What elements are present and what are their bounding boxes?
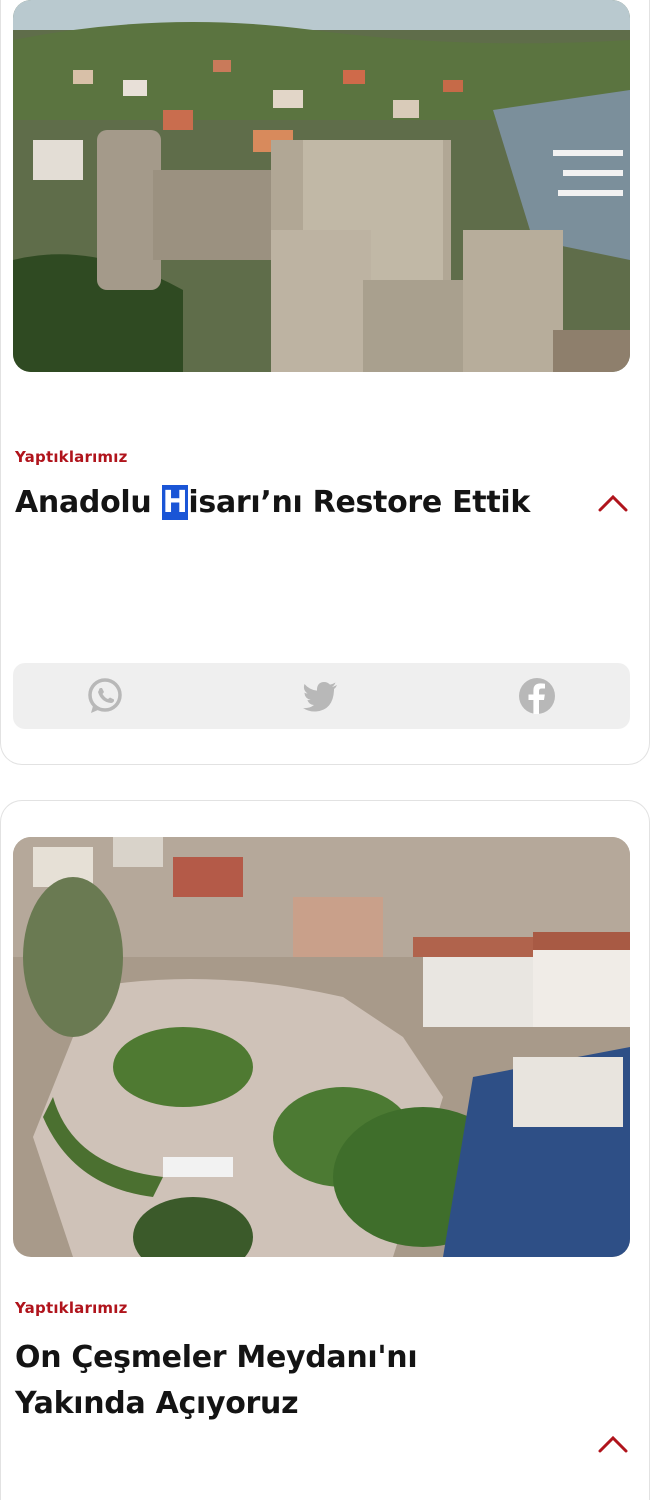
article-category[interactable]: Yaptıklarımız <box>15 448 128 466</box>
article-image-castle[interactable] <box>13 0 630 372</box>
article-title[interactable]: Anadolu Hisarı’nı Restore Ettik <box>15 480 575 526</box>
chevron-up-icon[interactable] <box>597 492 629 514</box>
article-title[interactable]: On Çeşmeler Meydanı'nı Yakında Açıyoruz <box>15 1335 575 1427</box>
castle-photo <box>13 0 630 372</box>
article-card-anadolu-hisari[interactable]: Yaptıklarımız Anadolu Hisarı’nı Restore … <box>0 0 650 765</box>
text-selection: H <box>161 485 189 520</box>
article-card-on-cesmeler[interactable]: Yaptıklarımız On Çeşmeler Meydanı'nı Yak… <box>0 800 650 1500</box>
chevron-up-icon[interactable] <box>597 1433 629 1455</box>
share-bar <box>13 663 630 729</box>
whatsapp-icon[interactable] <box>85 676 125 716</box>
twitter-icon[interactable] <box>301 676 341 716</box>
square-rendering-photo <box>13 837 630 1257</box>
article-category[interactable]: Yaptıklarımız <box>15 1299 128 1317</box>
article-image-square[interactable] <box>13 837 630 1257</box>
facebook-icon[interactable] <box>517 676 557 716</box>
